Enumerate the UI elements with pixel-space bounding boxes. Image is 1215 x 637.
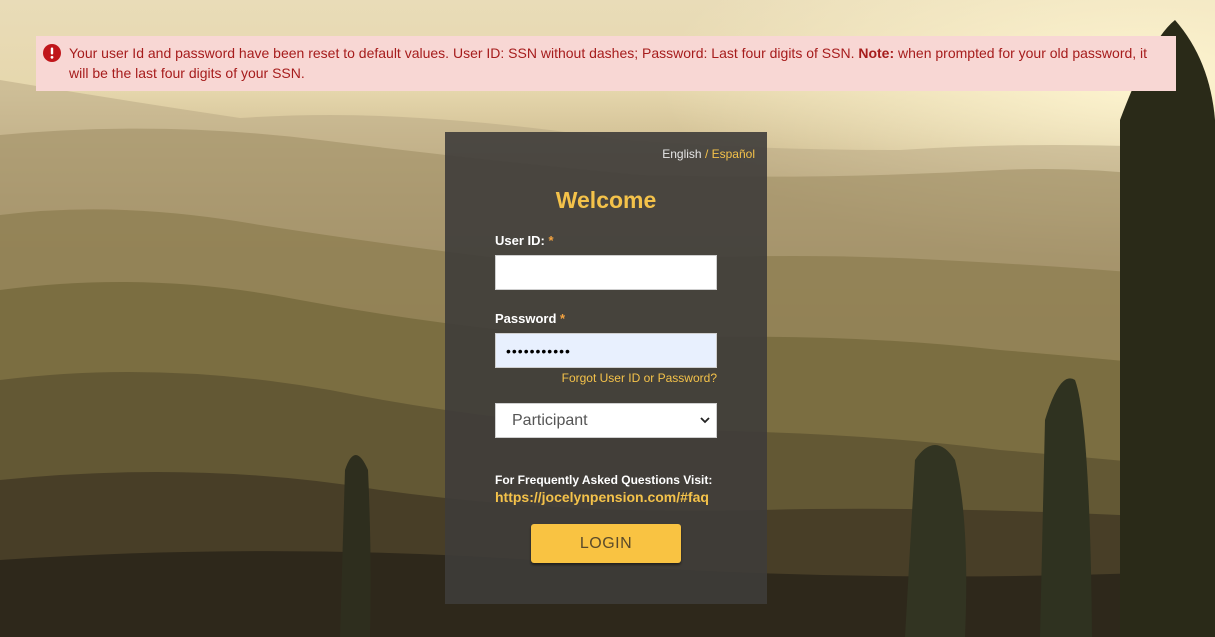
login-card: English / Español Welcome User ID: * Pas… (445, 132, 767, 604)
faq-link[interactable]: https://jocelynpension.com/#faq (495, 489, 709, 505)
language-english[interactable]: English (662, 147, 701, 161)
chevron-down-icon (700, 417, 710, 424)
language-espanol-link[interactable]: Español (712, 147, 755, 161)
reset-alert-banner: Your user Id and password have been rese… (36, 36, 1176, 91)
user-id-label-text: User ID: (495, 233, 545, 248)
faq-label: For Frequently Asked Questions Visit: (495, 473, 713, 487)
alert-message: Your user Id and password have been rese… (69, 45, 859, 61)
login-button[interactable]: LOGIN (531, 524, 681, 563)
user-id-input[interactable] (495, 255, 717, 290)
role-selected-value: Participant (512, 412, 588, 429)
password-label: Password * (495, 311, 565, 326)
welcome-title: Welcome (555, 187, 657, 213)
forgot-credentials-link[interactable]: Forgot User ID or Password? (562, 371, 717, 385)
required-mark: * (560, 311, 566, 326)
required-mark: * (548, 233, 554, 248)
language-separator: / (701, 147, 712, 161)
role-select[interactable]: Participant (495, 403, 717, 438)
alert-note-label: Note: (858, 45, 895, 61)
user-id-label: User ID: * (495, 233, 554, 248)
exclamation-circle-icon (43, 44, 61, 62)
password-input[interactable] (495, 333, 717, 368)
language-switcher: English / Español (662, 147, 755, 161)
password-label-text: Password (495, 311, 557, 326)
